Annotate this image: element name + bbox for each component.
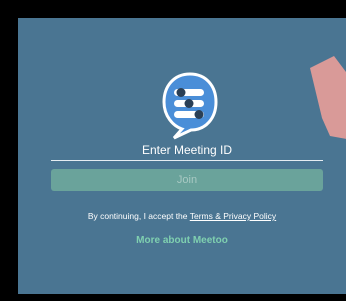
logo-knob-3: [194, 110, 204, 119]
join-panel: Join By continuing, I accept the Terms &…: [18, 18, 346, 294]
terms-consent-text: By continuing, I accept the Terms & Priv…: [18, 210, 346, 222]
consent-prefix: By continuing, I accept the: [87, 211, 190, 221]
terms-privacy-link[interactable]: Terms & Privacy Policy: [190, 211, 276, 221]
more-about-link[interactable]: More about Meetoo: [18, 235, 346, 246]
meeting-id-input[interactable]: [51, 140, 323, 161]
speech-bubble-sliders-icon: [162, 72, 218, 140]
logo-knob-1: [176, 88, 186, 97]
app-window: Join By continuing, I accept the Terms &…: [0, 0, 346, 301]
logo-knob-2: [184, 99, 194, 108]
join-button[interactable]: Join: [51, 169, 323, 191]
annotation-arrow-icon: [310, 56, 346, 139]
